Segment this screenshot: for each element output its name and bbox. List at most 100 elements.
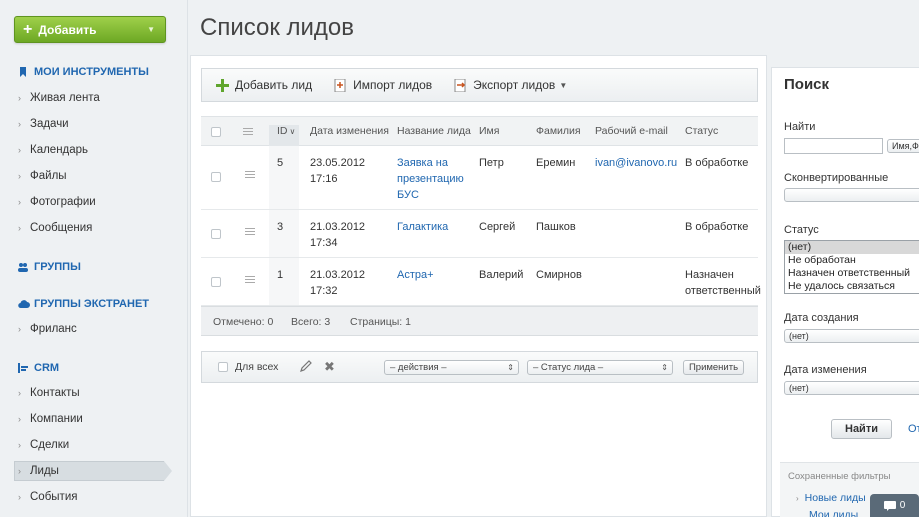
sort-down-icon: ∨ — [289, 127, 296, 136]
saved-filter-my-leads[interactable]: Мои лиды — [809, 509, 858, 517]
status-option[interactable]: Не обработан — [785, 254, 919, 267]
row-checkbox[interactable] — [211, 229, 221, 239]
column-header-status[interactable]: Статус — [685, 125, 718, 137]
section-crm[interactable]: CRM — [18, 362, 59, 374]
sidebar-item-files[interactable]: › Файлы — [18, 170, 67, 182]
cell-date: 23.05.2012 17:16 — [310, 155, 365, 187]
cell-status: В обработке — [685, 157, 749, 169]
column-header-date[interactable]: Дата изменения — [310, 125, 389, 137]
sidebar-item-label: Лиды — [30, 465, 59, 477]
export-leads-label: Экспорт лидов — [473, 78, 556, 92]
table-row[interactable]: 5 23.05.2012 17:16 Заявка на презентацию БУ… — [201, 146, 758, 210]
main-panel: Добавить лид Импорт лидов Экспорт лидов … — [190, 55, 767, 517]
cell-date: 21.03.2012 17:32 — [310, 267, 365, 299]
grid-footer: Отмечено: 0 Всего: 3 Страницы: 1 — [201, 306, 758, 336]
find-label: Найти — [784, 121, 816, 133]
chevron-down-icon: ▼ — [559, 80, 568, 90]
sidebar-item-label: Сообщения — [30, 222, 93, 234]
apply-button[interactable]: Применить — [683, 360, 744, 375]
page-title: Список лидов — [200, 14, 355, 41]
sidebar-item-photos[interactable]: › Фотографии — [18, 196, 96, 208]
pages-count: Страницы: 1 — [350, 316, 411, 328]
sidebar: + Добавить ▼ МОИ ИНСТРУМЕНТЫ › Живая лент… — [0, 0, 188, 517]
lead-status-select[interactable]: – Статус лида – ⇕ — [527, 360, 673, 375]
add-icon — [216, 78, 229, 92]
row-menu-icon[interactable] — [245, 171, 255, 178]
delete-x-icon[interactable]: ✖ — [324, 359, 335, 375]
import-leads-label: Импорт лидов — [353, 78, 433, 92]
created-date-select[interactable]: (нет) — [784, 329, 919, 343]
cell-title-link[interactable]: Астра+ — [397, 267, 434, 283]
column-header-surname[interactable]: Фамилия — [536, 125, 581, 137]
section-my-tools[interactable]: МОИ ИНСТРУМЕНТЫ — [18, 66, 149, 78]
search-scope-select[interactable]: Имя,Фа — [887, 139, 919, 153]
sidebar-item-messages[interactable]: › Сообщения — [18, 222, 92, 234]
id-cell-bg — [269, 258, 299, 305]
group-actions-bar: Для всех ✖ – действия – ⇕ – Статус лида –… — [201, 351, 758, 383]
toolbar: Добавить лид Импорт лидов Экспорт лидов … — [201, 68, 758, 102]
sidebar-item-contacts[interactable]: › Контакты — [18, 387, 80, 399]
id-cell-bg — [269, 146, 299, 209]
status-option[interactable]: (нет) — [785, 241, 919, 254]
bullet-icon: › — [18, 466, 21, 476]
for-all-label: Для всех — [235, 361, 279, 373]
cell-title-link[interactable]: Галактика — [397, 219, 448, 235]
sidebar-item-events[interactable]: › События — [18, 491, 77, 503]
cell-id: 3 — [277, 221, 284, 233]
column-header-id[interactable]: ID ∨ — [277, 125, 295, 137]
cell-date-time: 17:32 — [310, 285, 338, 297]
column-header-title[interactable]: Название лида — [397, 125, 471, 137]
cancel-link[interactable]: От — [908, 423, 919, 435]
add-lead-button[interactable]: Добавить лид — [216, 78, 312, 92]
status-option[interactable]: Назначен ответственный — [785, 267, 919, 280]
search-input[interactable] — [784, 138, 883, 154]
modified-date-select[interactable]: (нет) — [784, 381, 919, 395]
bullet-icon: › — [18, 414, 21, 424]
cell-email-link[interactable]: ivan@ivanovo.ru — [595, 155, 677, 171]
sidebar-item-label: Календарь — [30, 144, 89, 156]
edit-pencil-icon[interactable] — [299, 359, 313, 376]
row-checkbox[interactable] — [211, 277, 221, 287]
for-all-checkbox[interactable] — [218, 362, 228, 372]
title-line: БУС — [397, 189, 419, 201]
chevron-down-icon[interactable]: ▼ — [147, 25, 155, 34]
table-row[interactable]: 1 21.03.2012 17:32 Астра+ Валерий Смирнов… — [201, 258, 761, 306]
section-label: ГРУППЫ ЭКСТРАНЕТ — [34, 298, 150, 310]
table-row[interactable]: 3 21.03.2012 17:34 Галактика Сергей Пашко… — [201, 210, 758, 258]
sidebar-item-calendar[interactable]: › Календарь — [18, 144, 88, 156]
bullet-icon: › — [18, 492, 21, 502]
chat-tab[interactable]: 0 — [870, 494, 919, 517]
section-groups[interactable]: ГРУППЫ — [18, 261, 81, 273]
sidebar-item-deals[interactable]: › Сделки — [18, 439, 69, 451]
sidebar-item-tasks[interactable]: › Задачи — [18, 118, 69, 130]
column-header-name[interactable]: Имя — [479, 125, 499, 137]
column-header-email[interactable]: Рабочий e-mail — [595, 125, 668, 137]
converted-select[interactable] — [784, 188, 919, 202]
section-extranet[interactable]: ГРУППЫ ЭКСТРАНЕТ — [18, 298, 149, 310]
row-menu-icon[interactable] — [245, 276, 255, 283]
bullet-icon: › — [18, 440, 21, 450]
sidebar-item-leads[interactable]: › Лиды — [18, 465, 59, 477]
add-button[interactable]: + Добавить ▼ — [14, 16, 166, 43]
column-menu-icon[interactable] — [243, 128, 253, 135]
row-menu-icon[interactable] — [245, 228, 255, 235]
saved-filter-new-leads[interactable]: › Новые лиды — [796, 492, 866, 504]
created-date-label: Дата создания — [784, 312, 859, 324]
crm-icon — [18, 363, 28, 373]
actions-select[interactable]: – действия – ⇕ — [384, 360, 519, 375]
find-button[interactable]: Найти — [831, 419, 892, 439]
sidebar-item-label: Сделки — [30, 439, 70, 451]
status-listbox[interactable]: (нет) Не обработан Назначен ответственны… — [784, 240, 919, 294]
bullet-icon: › — [796, 494, 799, 503]
cell-title-link[interactable]: Заявка на презентацию БУС — [397, 155, 464, 203]
sidebar-item-feed[interactable]: › Живая лента — [18, 92, 100, 104]
status-option[interactable]: Не удалось связаться — [785, 280, 919, 293]
select-all-checkbox[interactable] — [211, 127, 221, 137]
import-leads-button[interactable]: Импорт лидов — [334, 78, 432, 92]
sidebar-item-freelance[interactable]: › Фриланс — [18, 323, 77, 335]
sidebar-item-companies[interactable]: › Компании — [18, 413, 83, 425]
row-checkbox[interactable] — [211, 172, 221, 182]
sidebar-item-label: Живая лента — [30, 92, 100, 104]
export-leads-button[interactable]: Экспорт лидов ▼ — [454, 78, 567, 92]
lead-status-select-value: – Статус лида – — [533, 362, 604, 373]
